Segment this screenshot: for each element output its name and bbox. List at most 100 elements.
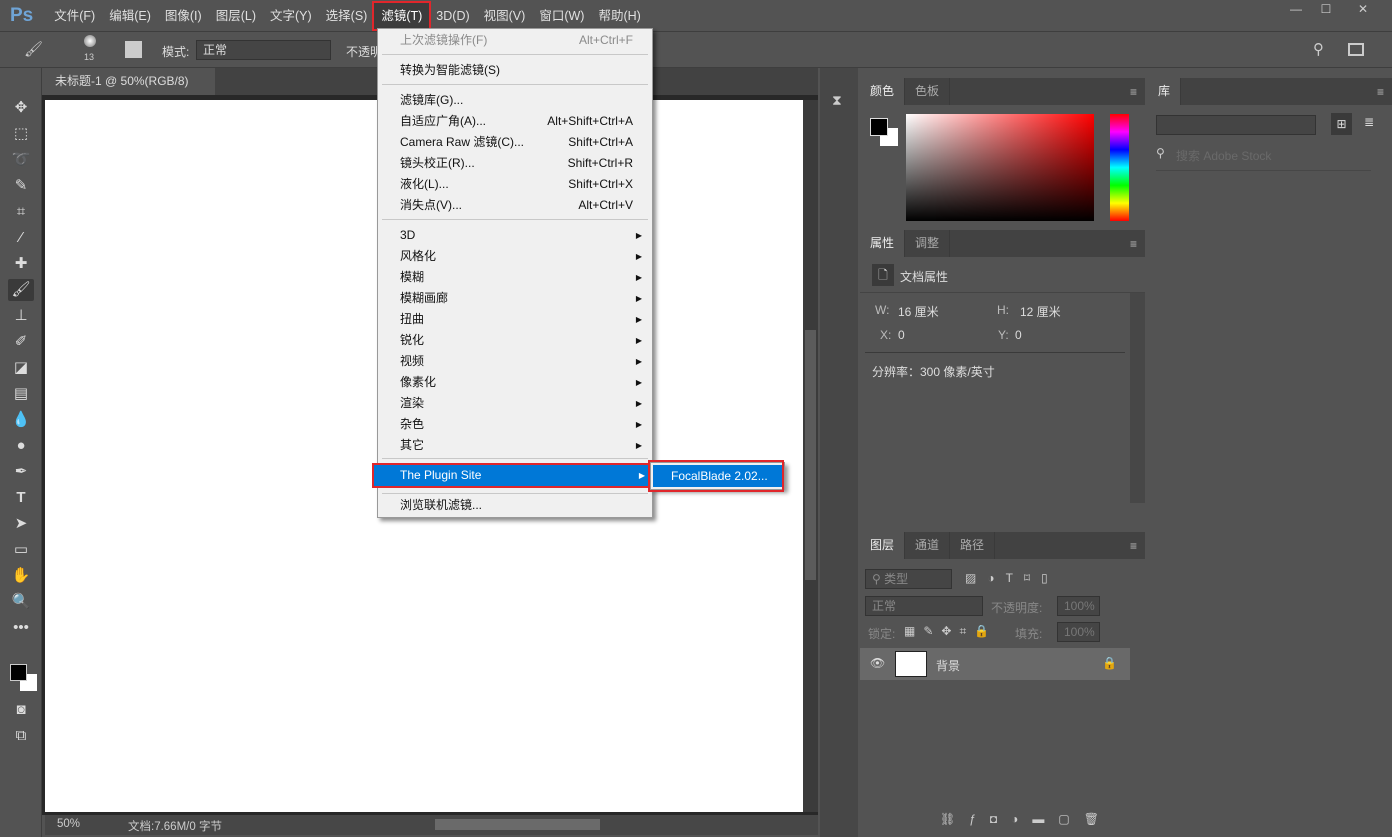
rectangle-tool-icon[interactable]: ▭ xyxy=(8,539,34,561)
horizontal-scrollbar[interactable] xyxy=(435,819,600,830)
layer-filter-select[interactable]: ⚲ 类型 xyxy=(865,569,952,589)
lock-icons[interactable]: ▦✎✥⌗🔒 xyxy=(904,624,997,639)
crop-tool-icon[interactable]: ⌗ xyxy=(8,201,34,223)
menu-file[interactable]: 文件(F) xyxy=(47,3,102,29)
menu-window[interactable]: 窗口(W) xyxy=(532,3,591,29)
stamp-tool-icon[interactable]: ⊥ xyxy=(8,305,34,327)
menu-item-submenu[interactable]: 渲染 ▶ xyxy=(380,393,650,414)
menu-help[interactable]: 帮助(H) xyxy=(591,3,647,29)
lasso-tool-icon[interactable]: ➰ xyxy=(8,149,34,171)
layer-row[interactable]: 👁 背景 🔒 xyxy=(860,648,1130,680)
menu-item-submenu[interactable]: 视频 ▶ xyxy=(380,351,650,372)
workspace-icon[interactable] xyxy=(1348,43,1364,56)
layer-action-icons[interactable]: ⛓ƒ◘◑▬▢🗑 xyxy=(940,812,1113,826)
tab-channels[interactable]: 通道 xyxy=(905,532,951,559)
menu-view[interactable]: 视图(V) xyxy=(477,3,533,29)
marquee-tool-icon[interactable]: ⬚ xyxy=(8,123,34,145)
menu-type[interactable]: 文字(Y) xyxy=(263,3,319,29)
tab-properties[interactable]: 属性 xyxy=(860,230,906,257)
menu-item-filter[interactable]: 滤镜库(G)... xyxy=(380,90,650,111)
fill-input[interactable]: 100% xyxy=(1057,622,1100,642)
width-value[interactable]: 16 厘米 xyxy=(898,303,939,320)
screen-mode-icon[interactable]: ⧉ xyxy=(8,725,34,747)
dodge-tool-icon[interactable]: ● xyxy=(8,435,34,457)
pen-tool-icon[interactable]: ✒ xyxy=(8,461,34,483)
more-tools-icon[interactable]: ••• xyxy=(8,617,34,639)
menu-item-submenu[interactable]: 风格化 ▶ xyxy=(380,246,650,267)
menu-item-focalblade[interactable]: FocalBlade 2.02... xyxy=(653,465,782,487)
foreground-color-swatch[interactable] xyxy=(10,664,27,681)
opacity-input[interactable]: 100% xyxy=(1057,596,1100,616)
brush-panel-toggle-icon[interactable] xyxy=(125,41,142,58)
menu-layer[interactable]: 图层(L) xyxy=(209,3,263,29)
menu-item-submenu[interactable]: 模糊 ▶ xyxy=(380,267,650,288)
tab-paths[interactable]: 路径 xyxy=(950,532,996,559)
menu-3d[interactable]: 3D(D) xyxy=(429,3,476,29)
brush-tool-icon[interactable]: 🖌 xyxy=(8,279,34,301)
history-panel-icon[interactable]: ⧗ xyxy=(832,92,842,109)
tab-swatches[interactable]: 色板 xyxy=(905,78,951,105)
move-tool-icon[interactable]: ✥ xyxy=(8,97,34,119)
menu-item-submenu[interactable]: 像素化 ▶ xyxy=(380,372,650,393)
library-select[interactable] xyxy=(1156,115,1316,135)
blend-mode-select[interactable]: 正常 xyxy=(865,596,983,616)
menu-item-submenu[interactable]: 杂色 ▶ xyxy=(380,414,650,435)
mode-select[interactable]: 正常 xyxy=(196,40,331,60)
menu-item-filter[interactable]: 镜头校正(R)... Shift+Ctrl+R xyxy=(380,153,650,174)
eraser-tool-icon[interactable]: ◪ xyxy=(8,357,34,379)
brush-preset-icon[interactable] xyxy=(84,35,96,47)
color-field[interactable] xyxy=(906,114,1094,221)
hand-tool-icon[interactable]: ✋ xyxy=(8,565,34,587)
hue-slider[interactable] xyxy=(1110,114,1129,221)
tab-color[interactable]: 颜色 xyxy=(860,78,906,105)
panel-menu-icon[interactable]: ≡ xyxy=(1130,539,1137,553)
menu-item-submenu[interactable]: 其它 ▶ xyxy=(380,435,650,456)
blur-tool-icon[interactable]: 💧 xyxy=(8,409,34,431)
menu-item-plugin-site[interactable]: The Plugin Site ▶ xyxy=(372,463,655,488)
stock-search-input[interactable]: 搜索 Adobe Stock xyxy=(1176,147,1271,164)
quick-select-tool-icon[interactable]: ✎ xyxy=(8,175,34,197)
menu-item-filter[interactable]: 消失点(V)... Alt+Ctrl+V xyxy=(380,195,650,216)
gradient-tool-icon[interactable]: ▤ xyxy=(8,383,34,405)
visibility-eye-icon[interactable]: 👁 xyxy=(870,656,885,670)
menu-select[interactable]: 选择(S) xyxy=(319,3,375,29)
menu-item-filter[interactable]: 自适应广角(A)... Alt+Shift+Ctrl+A xyxy=(380,111,650,132)
y-value[interactable]: 0 xyxy=(1015,328,1022,342)
maximize-button[interactable]: ☐ xyxy=(1311,2,1341,18)
type-tool-icon[interactable]: T xyxy=(8,487,34,509)
menu-item-submenu[interactable]: 锐化 ▶ xyxy=(380,330,650,351)
grid-view-icon[interactable]: ⊞ xyxy=(1331,113,1352,135)
menu-item-submenu[interactable]: 模糊画廊 ▶ xyxy=(380,288,650,309)
panel-menu-icon[interactable]: ≡ xyxy=(1377,85,1384,99)
properties-scrollbar[interactable] xyxy=(1130,293,1145,503)
height-value[interactable]: 12 厘米 xyxy=(1020,303,1061,320)
menu-image[interactable]: 图像(I) xyxy=(158,3,209,29)
vertical-scrollbar[interactable] xyxy=(803,100,818,812)
zoom-level[interactable]: 50% xyxy=(57,818,80,830)
menu-filter[interactable]: 滤镜(T) xyxy=(372,0,432,31)
brush-icon[interactable]: 🖌 xyxy=(24,40,43,58)
menu-item-filter[interactable]: Camera Raw 滤镜(C)... Shift+Ctrl+A xyxy=(380,132,650,153)
document-tab[interactable]: 未标题-1 @ 50%(RGB/8) × xyxy=(45,68,215,115)
minimize-button[interactable]: — xyxy=(1281,2,1311,18)
menu-item-submenu[interactable]: 扭曲 ▶ xyxy=(380,309,650,330)
quick-mask-icon[interactable]: ◙ xyxy=(8,699,34,721)
foreground-swatch[interactable] xyxy=(870,118,888,136)
menu-item-submenu[interactable]: 3D ▶ xyxy=(380,225,650,246)
tab-library[interactable]: 库 xyxy=(1148,78,1182,105)
doc-info[interactable]: 文档:7.66M/0 字节 xyxy=(128,818,222,834)
healing-tool-icon[interactable]: ✚ xyxy=(8,253,34,275)
eyedropper-tool-icon[interactable]: ⁄ xyxy=(8,227,34,249)
panel-menu-icon[interactable]: ≡ xyxy=(1130,237,1137,251)
panel-menu-icon[interactable]: ≡ xyxy=(1130,85,1137,99)
tab-adjustments[interactable]: 调整 xyxy=(905,230,951,257)
x-value[interactable]: 0 xyxy=(898,328,905,342)
menu-item-browse-online[interactable]: 浏览联机滤镜... xyxy=(380,495,650,516)
list-view-icon[interactable]: ≣ xyxy=(1364,115,1374,129)
tab-layers[interactable]: 图层 xyxy=(860,532,906,559)
layer-filter-icons[interactable]: ▨◑T⌑▯ xyxy=(965,571,1059,585)
history-brush-tool-icon[interactable]: ✐ xyxy=(8,331,34,353)
close-window-button[interactable]: ✕ xyxy=(1348,2,1378,18)
menu-item-filter[interactable]: 液化(L)... Shift+Ctrl+X xyxy=(380,174,650,195)
layer-name[interactable]: 背景 xyxy=(936,657,960,674)
